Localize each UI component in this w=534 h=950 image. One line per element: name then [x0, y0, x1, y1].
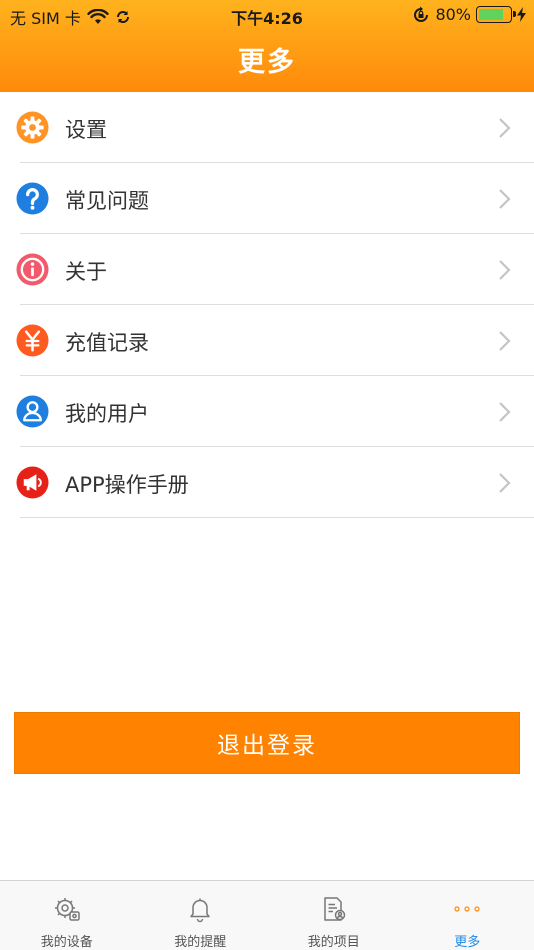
- tab-label: 更多: [454, 935, 481, 950]
- tab-bar: 我的设备 我的提醒 我的项目 更多: [0, 880, 534, 950]
- user-icon: [16, 395, 49, 428]
- gear-icon: [16, 111, 49, 144]
- menu-item-recharge-records[interactable]: 充值记录: [0, 305, 534, 376]
- menu-item-label: 设置: [65, 118, 107, 142]
- menu-item-label: 我的用户: [65, 402, 149, 426]
- more-dots-icon: [454, 906, 480, 912]
- chevron-right-icon: [499, 260, 511, 280]
- info-icon: [16, 253, 49, 286]
- megaphone-icon: [16, 466, 49, 499]
- battery-percent: 80%: [435, 5, 471, 24]
- chevron-right-icon: [499, 402, 511, 422]
- tab-label: 我的项目: [307, 935, 360, 950]
- charging-bolt-icon: [517, 7, 526, 22]
- tab-label: 我的设备: [40, 935, 93, 950]
- menu-item-settings[interactable]: 设置: [0, 92, 534, 163]
- rotation-lock-icon: [414, 6, 429, 22]
- bell-icon: [190, 898, 210, 923]
- tab-my-reminders[interactable]: 我的提醒: [134, 881, 268, 950]
- chevron-right-icon: [499, 473, 511, 493]
- menu-item-label: 关于: [65, 260, 107, 284]
- menu-item-label: 充值记录: [65, 331, 149, 355]
- menu-item-label: 常见问题: [65, 189, 149, 213]
- chevron-right-icon: [499, 189, 511, 209]
- chevron-right-icon: [499, 118, 511, 138]
- project-doc-icon: [324, 897, 345, 921]
- device-settings-icon: [54, 898, 80, 921]
- header: 无 SIM 卡 下午4:26 80% 更多: [0, 0, 534, 92]
- tab-my-projects[interactable]: 我的项目: [267, 881, 401, 950]
- menu-item-faq[interactable]: 常见问题: [0, 163, 534, 234]
- yen-icon: [16, 324, 49, 357]
- chevron-right-icon: [499, 331, 511, 351]
- menu-item-app-manual[interactable]: APP操作手册: [0, 447, 534, 518]
- tab-label: 我的提醒: [174, 935, 227, 950]
- tab-my-devices[interactable]: 我的设备: [0, 881, 134, 950]
- divider: [20, 517, 534, 518]
- tab-more[interactable]: 更多: [401, 881, 534, 950]
- question-icon: [16, 182, 49, 215]
- battery-icon: [476, 6, 516, 23]
- page-title: 更多: [238, 47, 296, 78]
- menu-list: 设置 常见问题 关于 充值记录 我的用户 APP操作手册: [0, 92, 534, 518]
- menu-item-my-users[interactable]: 我的用户: [0, 376, 534, 447]
- status-bar: 无 SIM 卡 下午4:26 80%: [0, 0, 534, 30]
- logout-button[interactable]: 退出登录: [14, 712, 520, 774]
- menu-item-label: APP操作手册: [65, 473, 189, 497]
- menu-item-about[interactable]: 关于: [0, 234, 534, 305]
